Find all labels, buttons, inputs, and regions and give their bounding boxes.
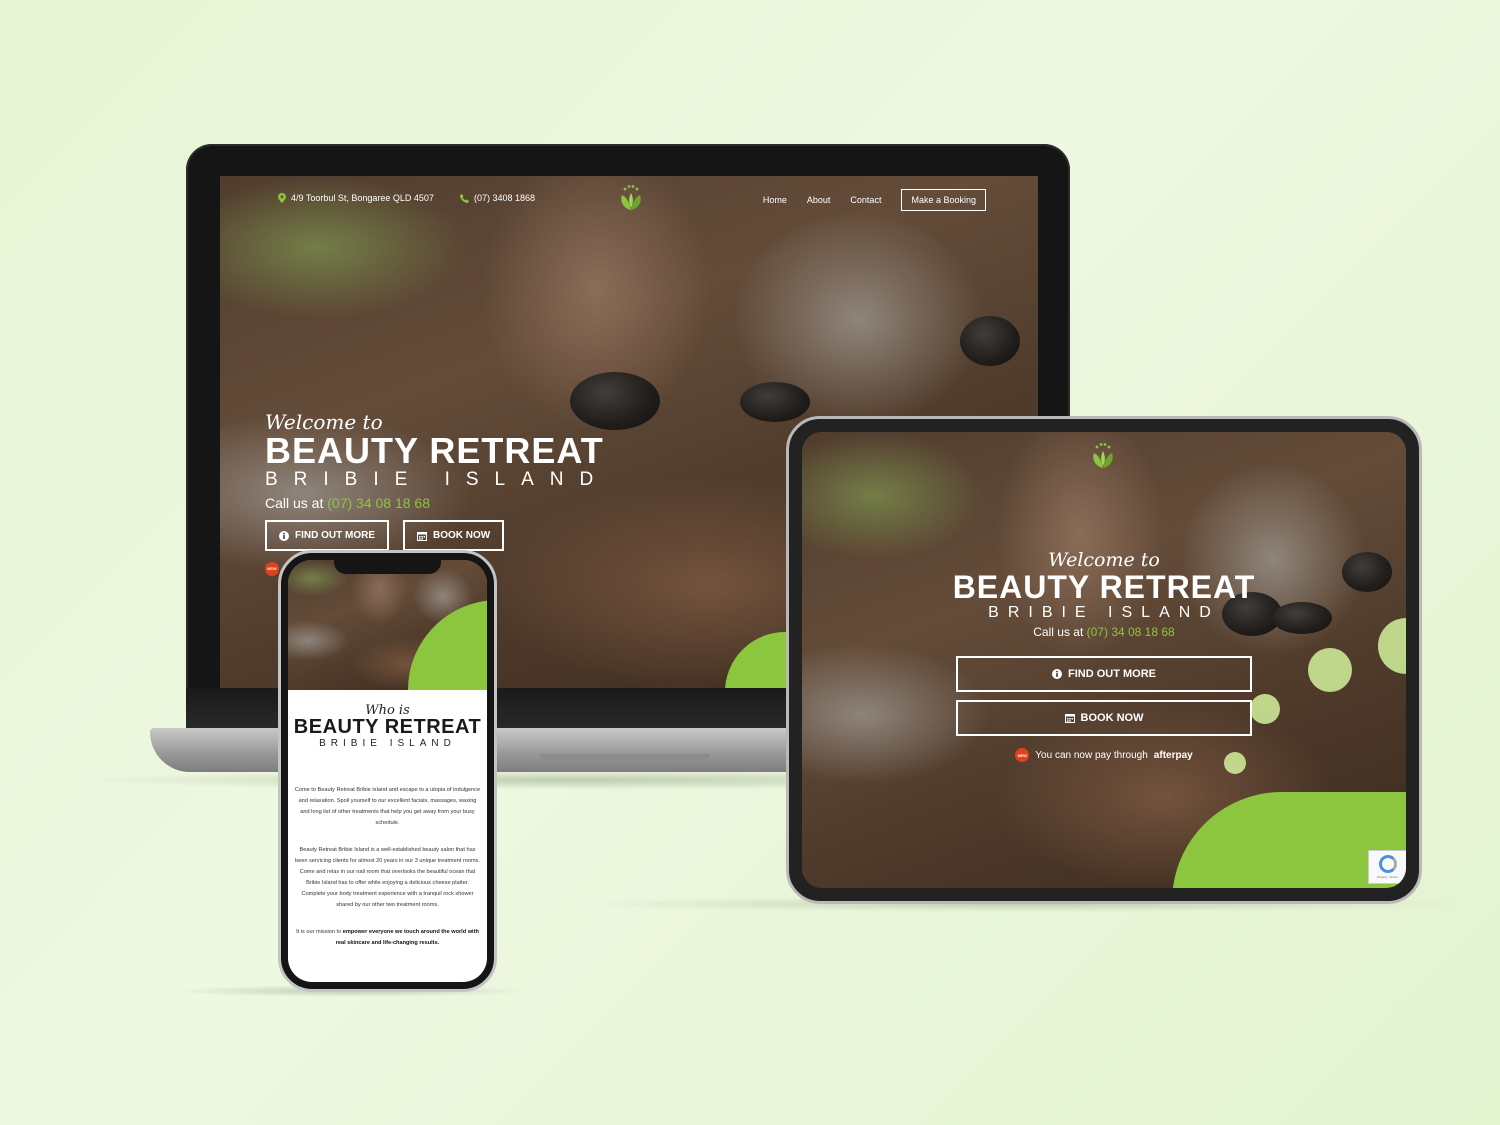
tablet-screen: Welcome to BEAUTY RETREAT BRIBIE ISLAND …: [802, 432, 1406, 888]
hero-title: BEAUTY RETREAT: [265, 430, 604, 471]
phone-screen: Who is BEAUTY RETREAT BRIBIE ISLAND Come…: [288, 560, 487, 982]
address-text: 4/9 Toorbul St, Bongaree QLD 4507: [291, 193, 434, 203]
mission-prefix: It is our mission to: [296, 929, 342, 935]
phone-notch: [334, 556, 441, 574]
header-phone[interactable]: (07) 3408 1868: [460, 193, 535, 203]
map-pin-icon: [278, 193, 286, 203]
info-icon: [1052, 669, 1062, 679]
nav-about[interactable]: About: [807, 195, 831, 205]
hero-welcome: Welcome to: [1048, 549, 1160, 571]
hero-subtitle: BRIBIE ISLAND: [265, 469, 610, 490]
book-now-label: BOOK NOW: [433, 530, 491, 541]
phone-icon: [460, 193, 469, 203]
call-prefix: Call us at: [265, 495, 324, 511]
afterpay-text: You can now pay through: [1035, 749, 1148, 761]
header-address[interactable]: 4/9 Toorbul St, Bongaree QLD 4507: [278, 193, 434, 203]
about-section: Who is BEAUTY RETREAT BRIBIE ISLAND Come…: [288, 690, 487, 949]
calendar-icon: [1064, 714, 1075, 723]
call-number-link[interactable]: (07) 34 08 18 68: [1087, 625, 1175, 639]
about-subtitle: BRIBIE ISLAND: [319, 738, 456, 749]
find-out-more-button[interactable]: FIND OUT MORE: [265, 520, 389, 551]
new-badge-icon: NEW: [1015, 748, 1030, 762]
phone-text: (07) 3408 1868: [474, 193, 536, 203]
leaf-logo-icon[interactable]: [1088, 442, 1118, 470]
decorative-bubble: [1250, 694, 1280, 724]
mission-statement: empower everyone we touch around the wor…: [335, 929, 479, 946]
book-now-button[interactable]: BOOK NOW: [956, 700, 1252, 736]
main-nav: Home About Contact Make a Booking: [763, 189, 986, 211]
about-paragraph-1: Come to Beauty Retreat Bribie Island and…: [294, 787, 481, 826]
hero-title: BEAUTY RETREAT: [952, 569, 1256, 605]
hero-subtitle: BRIBIE ISLAND: [988, 604, 1220, 621]
laptop-notch: [540, 754, 710, 760]
about-paragraph-3: It is our mission to empower everyone we…: [288, 927, 487, 949]
recaptcha-text: Privacy - Terms: [1377, 875, 1398, 879]
book-now-label: BOOK NOW: [1080, 712, 1144, 724]
hero-call: Call us at (07) 34 08 18 68: [265, 495, 609, 511]
about-paragraph-2: Beauty Retreat Bribie Island is a well-e…: [295, 847, 480, 908]
call-number-link[interactable]: (07) 34 08 18 68: [327, 495, 430, 511]
recaptcha-icon: [1378, 855, 1397, 873]
find-out-more-label: FIND OUT MORE: [1068, 668, 1156, 680]
nav-contact[interactable]: Contact: [850, 195, 881, 205]
book-now-button[interactable]: BOOK NOW: [403, 520, 505, 551]
leaf-logo-icon[interactable]: [616, 184, 646, 212]
afterpay-notice: NEW You can now pay through afterpay: [802, 748, 1406, 762]
recaptcha-badge[interactable]: Privacy - Terms: [1368, 850, 1406, 884]
info-icon: [279, 530, 289, 541]
find-out-more-label: FIND OUT MORE: [295, 530, 375, 541]
new-badge-icon: NEW: [265, 561, 279, 576]
hero-call: Call us at (07) 34 08 18 68: [802, 625, 1406, 639]
make-booking-button[interactable]: Make a Booking: [901, 189, 986, 211]
call-prefix: Call us at: [1033, 625, 1084, 639]
site-header: 4/9 Toorbul St, Bongaree QLD 4507 (07) 3…: [220, 176, 1038, 224]
hero-welcome: Welcome to: [265, 410, 383, 434]
nav-home[interactable]: Home: [763, 195, 787, 205]
hero-buttons: FIND OUT MORE BOOK NOW: [265, 520, 609, 551]
calendar-icon: [417, 531, 427, 541]
phone-hero-image: [288, 560, 487, 690]
hero-content: Welcome to BEAUTY RETREAT BRIBIE ISLAND …: [802, 550, 1406, 639]
decorative-bubble: [1308, 648, 1352, 692]
about-title: BEAUTY RETREAT: [293, 716, 482, 738]
find-out-more-button[interactable]: FIND OUT MORE: [956, 656, 1252, 692]
afterpay-logo[interactable]: afterpay: [1154, 750, 1193, 761]
